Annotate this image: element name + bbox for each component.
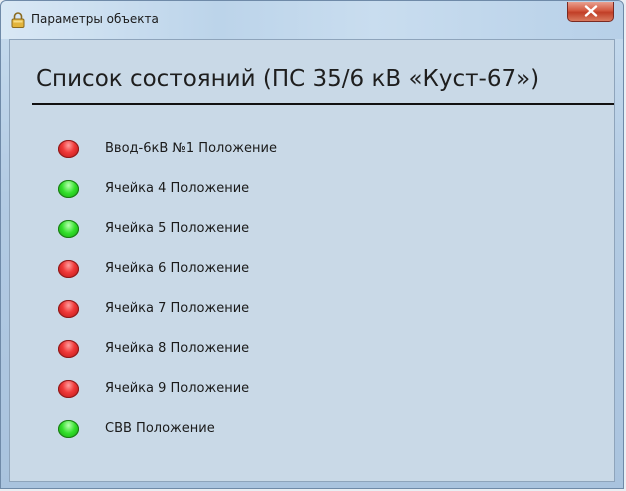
state-label: Ячейка 6 Положение xyxy=(105,261,250,276)
state-label: Ячейка 8 Положение xyxy=(105,341,250,356)
list-item: Ячейка 7 Положение xyxy=(58,298,458,322)
state-label: Ввод-6кВ №1 Положение xyxy=(105,141,277,156)
page-title: Список состояний (ПС 35/6 кВ «Куст-67») xyxy=(36,66,540,92)
status-indicator xyxy=(58,260,79,278)
status-indicator xyxy=(58,340,79,358)
state-label: Ячейка 7 Положение xyxy=(105,301,250,316)
client-area: Список состояний (ПС 35/6 кВ «Куст-67») … xyxy=(9,39,615,482)
status-indicator xyxy=(58,420,79,438)
list-item: Ячейка 4 Положение xyxy=(58,178,458,202)
status-indicator xyxy=(58,300,79,318)
list-item: Ячейка 9 Положение xyxy=(58,378,458,402)
object-parameters-window: Параметры объекта Список состояний (ПС 3… xyxy=(0,0,624,489)
title-divider xyxy=(32,103,614,105)
title-bar[interactable]: Параметры объекта xyxy=(1,1,623,39)
state-label: Ячейка 9 Положение xyxy=(105,381,250,396)
state-label: Ячейка 4 Положение xyxy=(105,181,250,196)
close-button[interactable] xyxy=(567,2,614,22)
lock-icon xyxy=(11,12,25,28)
close-icon xyxy=(584,5,598,17)
list-item: Ячейка 8 Положение xyxy=(58,338,458,362)
status-indicator xyxy=(58,380,79,398)
list-item: Ячейка 6 Положение xyxy=(58,258,458,282)
window-title: Параметры объекта xyxy=(31,12,159,26)
state-label: Ячейка 5 Положение xyxy=(105,221,250,236)
list-item: Ввод-6кВ №1 Положение xyxy=(58,138,458,162)
status-indicator xyxy=(58,140,79,158)
list-item: Ячейка 5 Положение xyxy=(58,218,458,242)
status-indicator xyxy=(58,180,79,198)
list-item: СВВ Положение xyxy=(58,418,458,442)
status-indicator xyxy=(58,220,79,238)
state-label: СВВ Положение xyxy=(105,421,215,436)
